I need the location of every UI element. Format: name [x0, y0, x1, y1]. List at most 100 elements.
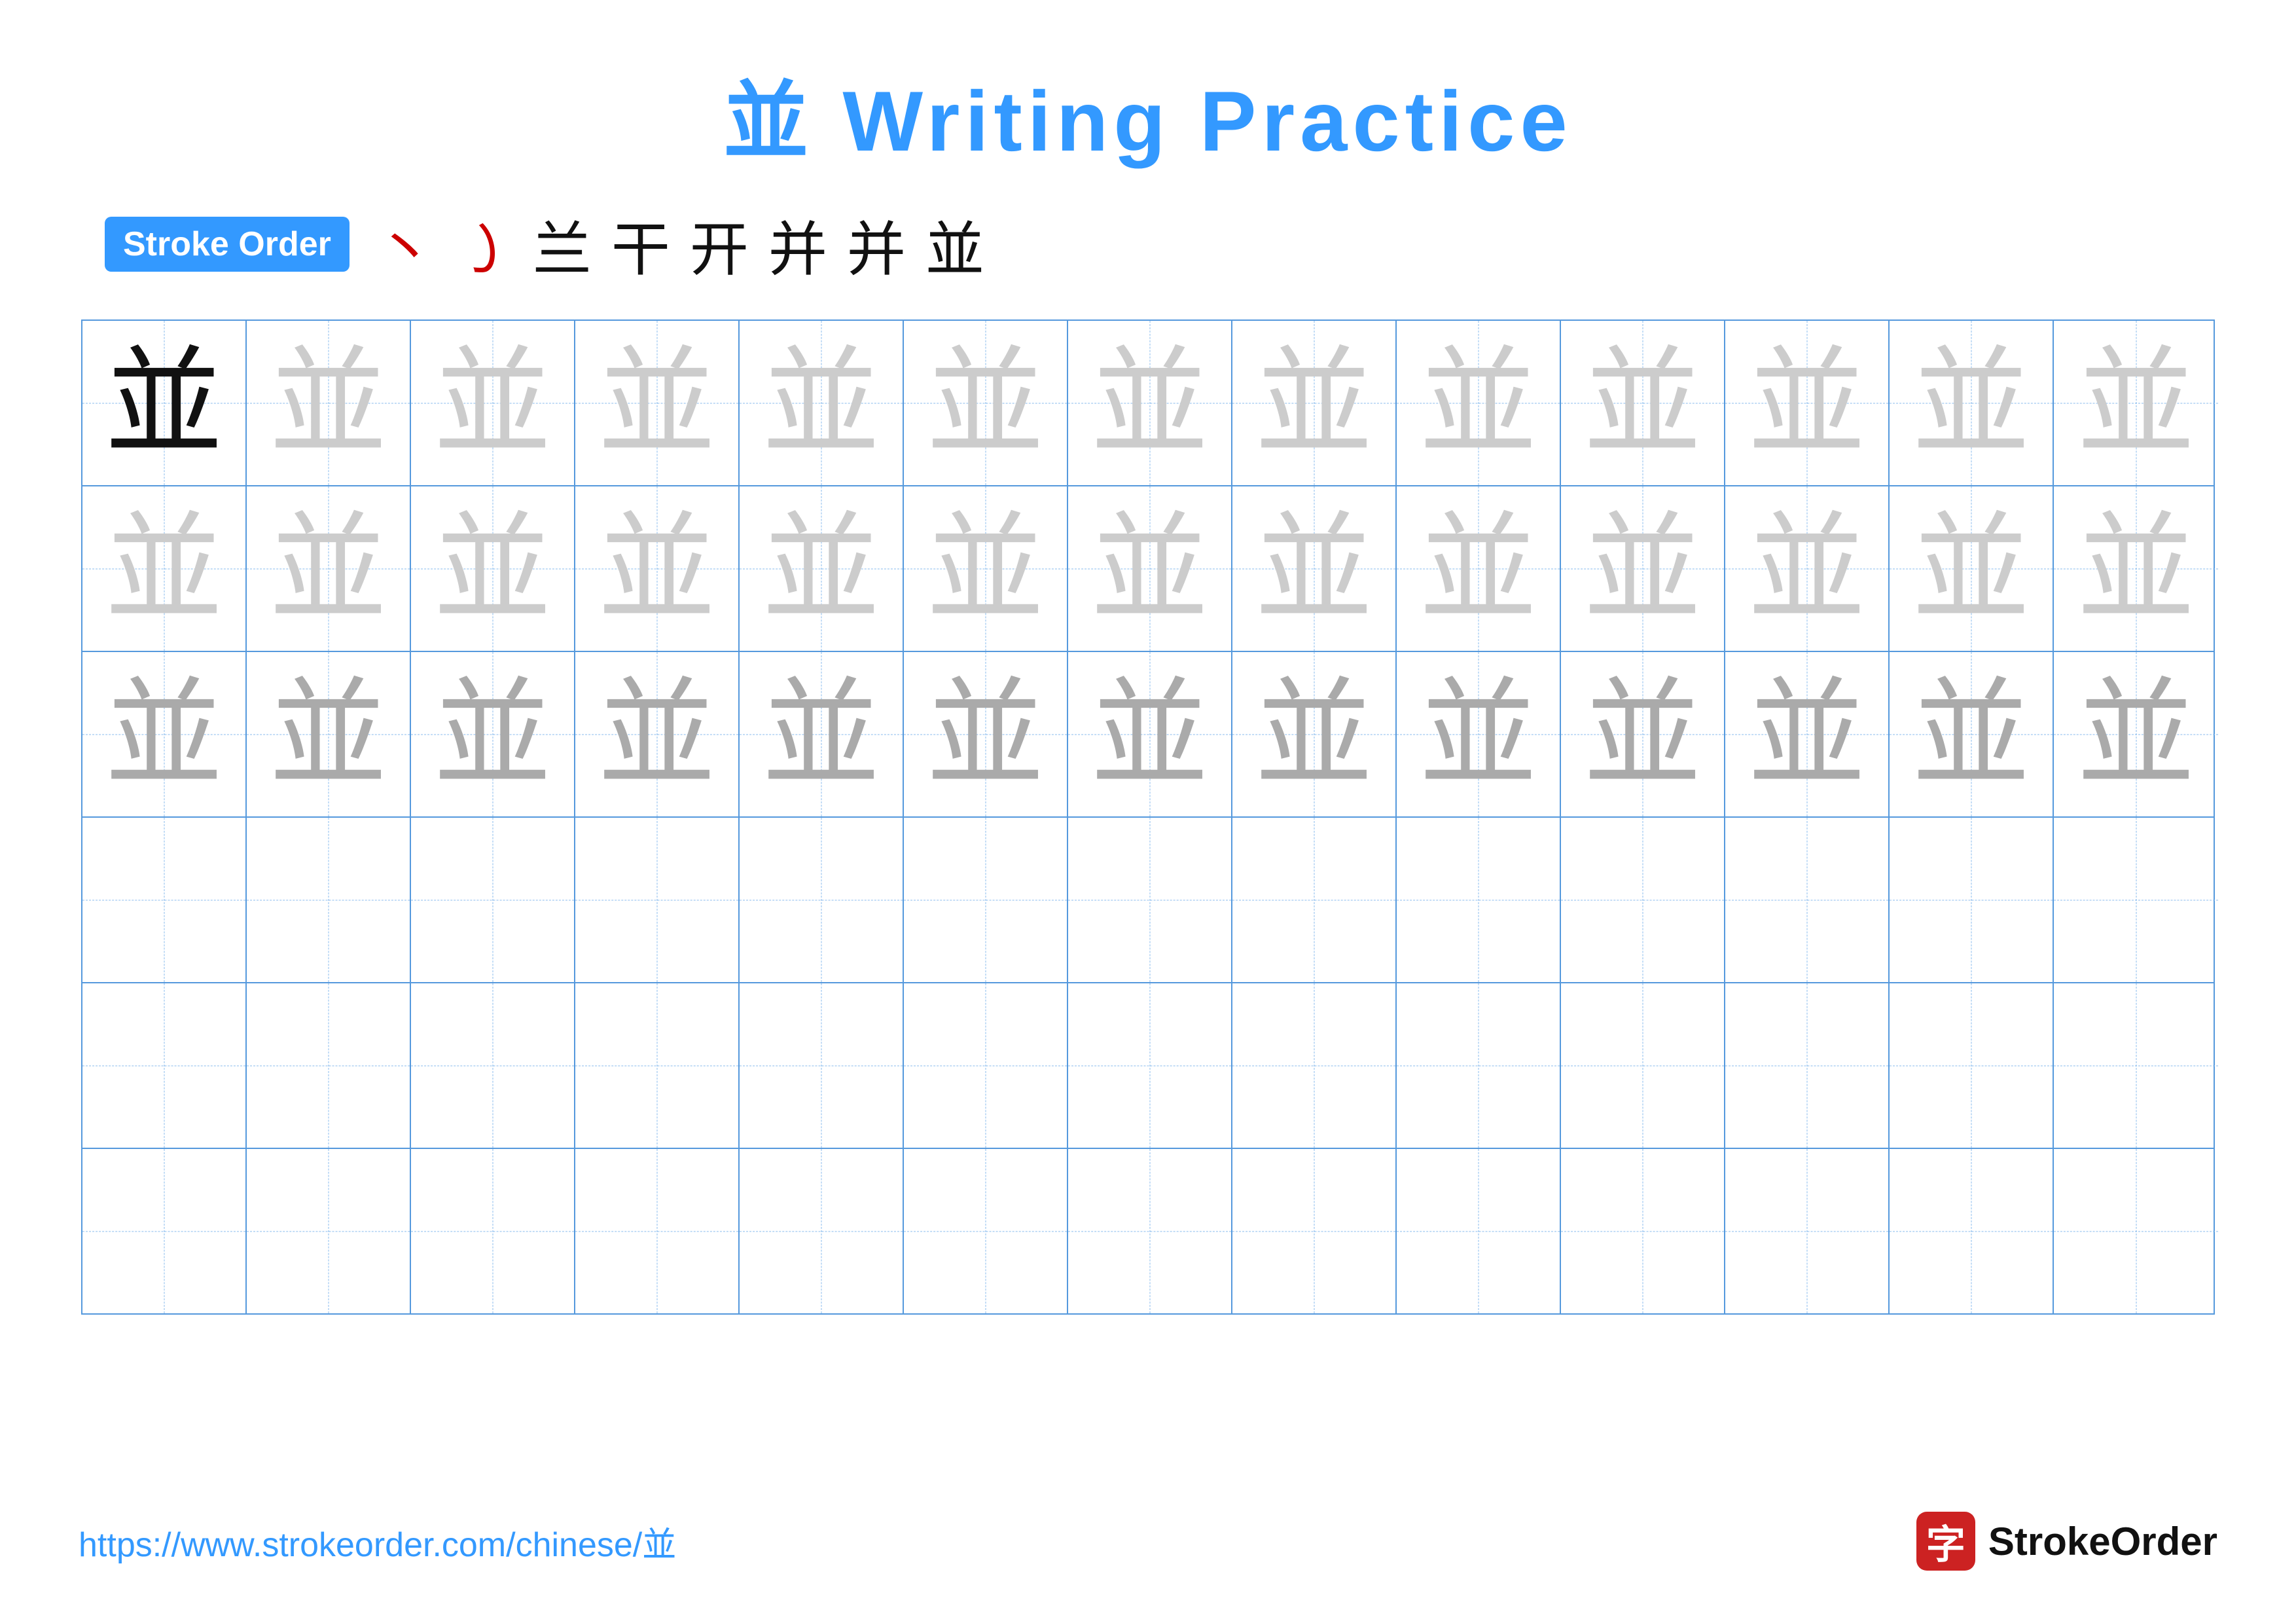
- char-r2c10: 並: [1583, 510, 1701, 628]
- grid-cell-r1c2[interactable]: 並: [247, 321, 411, 485]
- char-r3c4: 並: [598, 676, 715, 793]
- grid-cell-r1c3[interactable]: 並: [411, 321, 575, 485]
- grid-cell-r2c12[interactable]: 並: [1890, 486, 2054, 651]
- grid-cell-r4c2[interactable]: [247, 818, 411, 982]
- grid-cell-r4c10[interactable]: [1561, 818, 1725, 982]
- grid-cell-r4c4[interactable]: [575, 818, 740, 982]
- grid-cell-r6c6[interactable]: [904, 1149, 1068, 1313]
- grid-cell-r2c7[interactable]: 並: [1068, 486, 1232, 651]
- grid-cell-r4c13[interactable]: [2054, 818, 2218, 982]
- char-r2c1: 並: [105, 510, 223, 628]
- grid-cell-r3c3[interactable]: 並: [411, 652, 575, 816]
- char-r2c6: 並: [926, 510, 1044, 628]
- stroke-3: 兰: [533, 202, 592, 287]
- grid-cell-r3c1[interactable]: 並: [82, 652, 247, 816]
- grid-cell-r6c7[interactable]: [1068, 1149, 1232, 1313]
- grid-cell-r5c13[interactable]: [2054, 983, 2218, 1148]
- grid-cell-r3c4[interactable]: 並: [575, 652, 740, 816]
- grid-cell-r2c6[interactable]: 並: [904, 486, 1068, 651]
- char-r3c3: 並: [433, 676, 551, 793]
- logo-text: StrokeOrder: [1988, 1519, 2217, 1564]
- page-title: 並 Writing Practice: [723, 52, 1572, 175]
- grid-cell-r4c8[interactable]: [1232, 818, 1397, 982]
- grid-cell-r6c12[interactable]: [1890, 1149, 2054, 1313]
- grid-cell-r3c7[interactable]: 並: [1068, 652, 1232, 816]
- grid-cell-r5c1[interactable]: [82, 983, 247, 1148]
- grid-cell-r2c13[interactable]: 並: [2054, 486, 2218, 651]
- grid-cell-r3c12[interactable]: 並: [1890, 652, 2054, 816]
- grid-cell-r2c2[interactable]: 並: [247, 486, 411, 651]
- grid-cell-r6c11[interactable]: [1725, 1149, 1890, 1313]
- grid-cell-r1c10[interactable]: 並: [1561, 321, 1725, 485]
- char-r3c13: 並: [2077, 676, 2195, 793]
- grid-cell-r2c8[interactable]: 並: [1232, 486, 1397, 651]
- grid-cell-r1c9[interactable]: 並: [1397, 321, 1561, 485]
- grid-cell-r6c8[interactable]: [1232, 1149, 1397, 1313]
- char-r3c9: 並: [1419, 676, 1537, 793]
- grid-cell-r4c7[interactable]: [1068, 818, 1232, 982]
- grid-cell-r3c13[interactable]: 並: [2054, 652, 2218, 816]
- grid-cell-r4c6[interactable]: [904, 818, 1068, 982]
- grid-cell-r5c3[interactable]: [411, 983, 575, 1148]
- grid-cell-r5c11[interactable]: [1725, 983, 1890, 1148]
- grid-cell-r4c11[interactable]: [1725, 818, 1890, 982]
- grid-cell-r6c3[interactable]: [411, 1149, 575, 1313]
- grid-cell-r1c12[interactable]: 並: [1890, 321, 2054, 485]
- grid-cell-r5c12[interactable]: [1890, 983, 2054, 1148]
- grid-cell-r3c2[interactable]: 並: [247, 652, 411, 816]
- grid-cell-r3c9[interactable]: 並: [1397, 652, 1561, 816]
- grid-cell-r4c5[interactable]: [740, 818, 904, 982]
- stroke-order-row: Stroke Order 丶 ㇁ 兰 干 开 并 并 並: [79, 202, 2217, 287]
- char-r2c13: 並: [2077, 510, 2195, 628]
- grid-cell-r1c5[interactable]: 並: [740, 321, 904, 485]
- grid-cell-r4c9[interactable]: [1397, 818, 1561, 982]
- grid-cell-r3c10[interactable]: 並: [1561, 652, 1725, 816]
- grid-cell-r3c5[interactable]: 並: [740, 652, 904, 816]
- grid-cell-r4c3[interactable]: [411, 818, 575, 982]
- grid-cell-r6c2[interactable]: [247, 1149, 411, 1313]
- stroke-order-badge: Stroke Order: [105, 217, 350, 272]
- grid-cell-r1c8[interactable]: 並: [1232, 321, 1397, 485]
- grid-cell-r1c11[interactable]: 並: [1725, 321, 1890, 485]
- grid-cell-r5c2[interactable]: [247, 983, 411, 1148]
- grid-cell-r2c10[interactable]: 並: [1561, 486, 1725, 651]
- char-r3c2: 並: [269, 676, 387, 793]
- grid-cell-r4c1[interactable]: [82, 818, 247, 982]
- grid-cell-r5c6[interactable]: [904, 983, 1068, 1148]
- grid-cell-r6c5[interactable]: [740, 1149, 904, 1313]
- grid-cell-r1c13[interactable]: 並: [2054, 321, 2218, 485]
- grid-cell-r2c11[interactable]: 並: [1725, 486, 1890, 651]
- grid-cell-r6c10[interactable]: [1561, 1149, 1725, 1313]
- grid-cell-r1c1[interactable]: 並: [82, 321, 247, 485]
- grid-cell-r4c12[interactable]: [1890, 818, 2054, 982]
- grid-cell-r5c10[interactable]: [1561, 983, 1725, 1148]
- stroke-7: 并: [847, 202, 906, 287]
- grid-cell-r1c6[interactable]: 並: [904, 321, 1068, 485]
- grid-row-5: [82, 983, 2214, 1149]
- grid-cell-r2c5[interactable]: 並: [740, 486, 904, 651]
- grid-cell-r5c9[interactable]: [1397, 983, 1561, 1148]
- grid-cell-r1c4[interactable]: 並: [575, 321, 740, 485]
- stroke-1: 丶: [376, 202, 435, 287]
- grid-cell-r3c11[interactable]: 並: [1725, 652, 1890, 816]
- char-r2c3: 並: [433, 510, 551, 628]
- grid-cell-r6c1[interactable]: [82, 1149, 247, 1313]
- grid-cell-r5c5[interactable]: [740, 983, 904, 1148]
- grid-cell-r2c4[interactable]: 並: [575, 486, 740, 651]
- stroke-8: 並: [925, 202, 984, 287]
- char-r1c6: 並: [926, 344, 1044, 462]
- char-r1c4: 並: [598, 344, 715, 462]
- grid-cell-r6c9[interactable]: [1397, 1149, 1561, 1313]
- char-r3c11: 並: [1748, 676, 1865, 793]
- grid-cell-r3c8[interactable]: 並: [1232, 652, 1397, 816]
- grid-cell-r6c13[interactable]: [2054, 1149, 2218, 1313]
- grid-cell-r2c1[interactable]: 並: [82, 486, 247, 651]
- grid-cell-r3c6[interactable]: 並: [904, 652, 1068, 816]
- grid-cell-r5c7[interactable]: [1068, 983, 1232, 1148]
- grid-cell-r6c4[interactable]: [575, 1149, 740, 1313]
- grid-cell-r1c7[interactable]: 並: [1068, 321, 1232, 485]
- grid-cell-r5c8[interactable]: [1232, 983, 1397, 1148]
- grid-cell-r2c9[interactable]: 並: [1397, 486, 1561, 651]
- grid-cell-r2c3[interactable]: 並: [411, 486, 575, 651]
- grid-cell-r5c4[interactable]: [575, 983, 740, 1148]
